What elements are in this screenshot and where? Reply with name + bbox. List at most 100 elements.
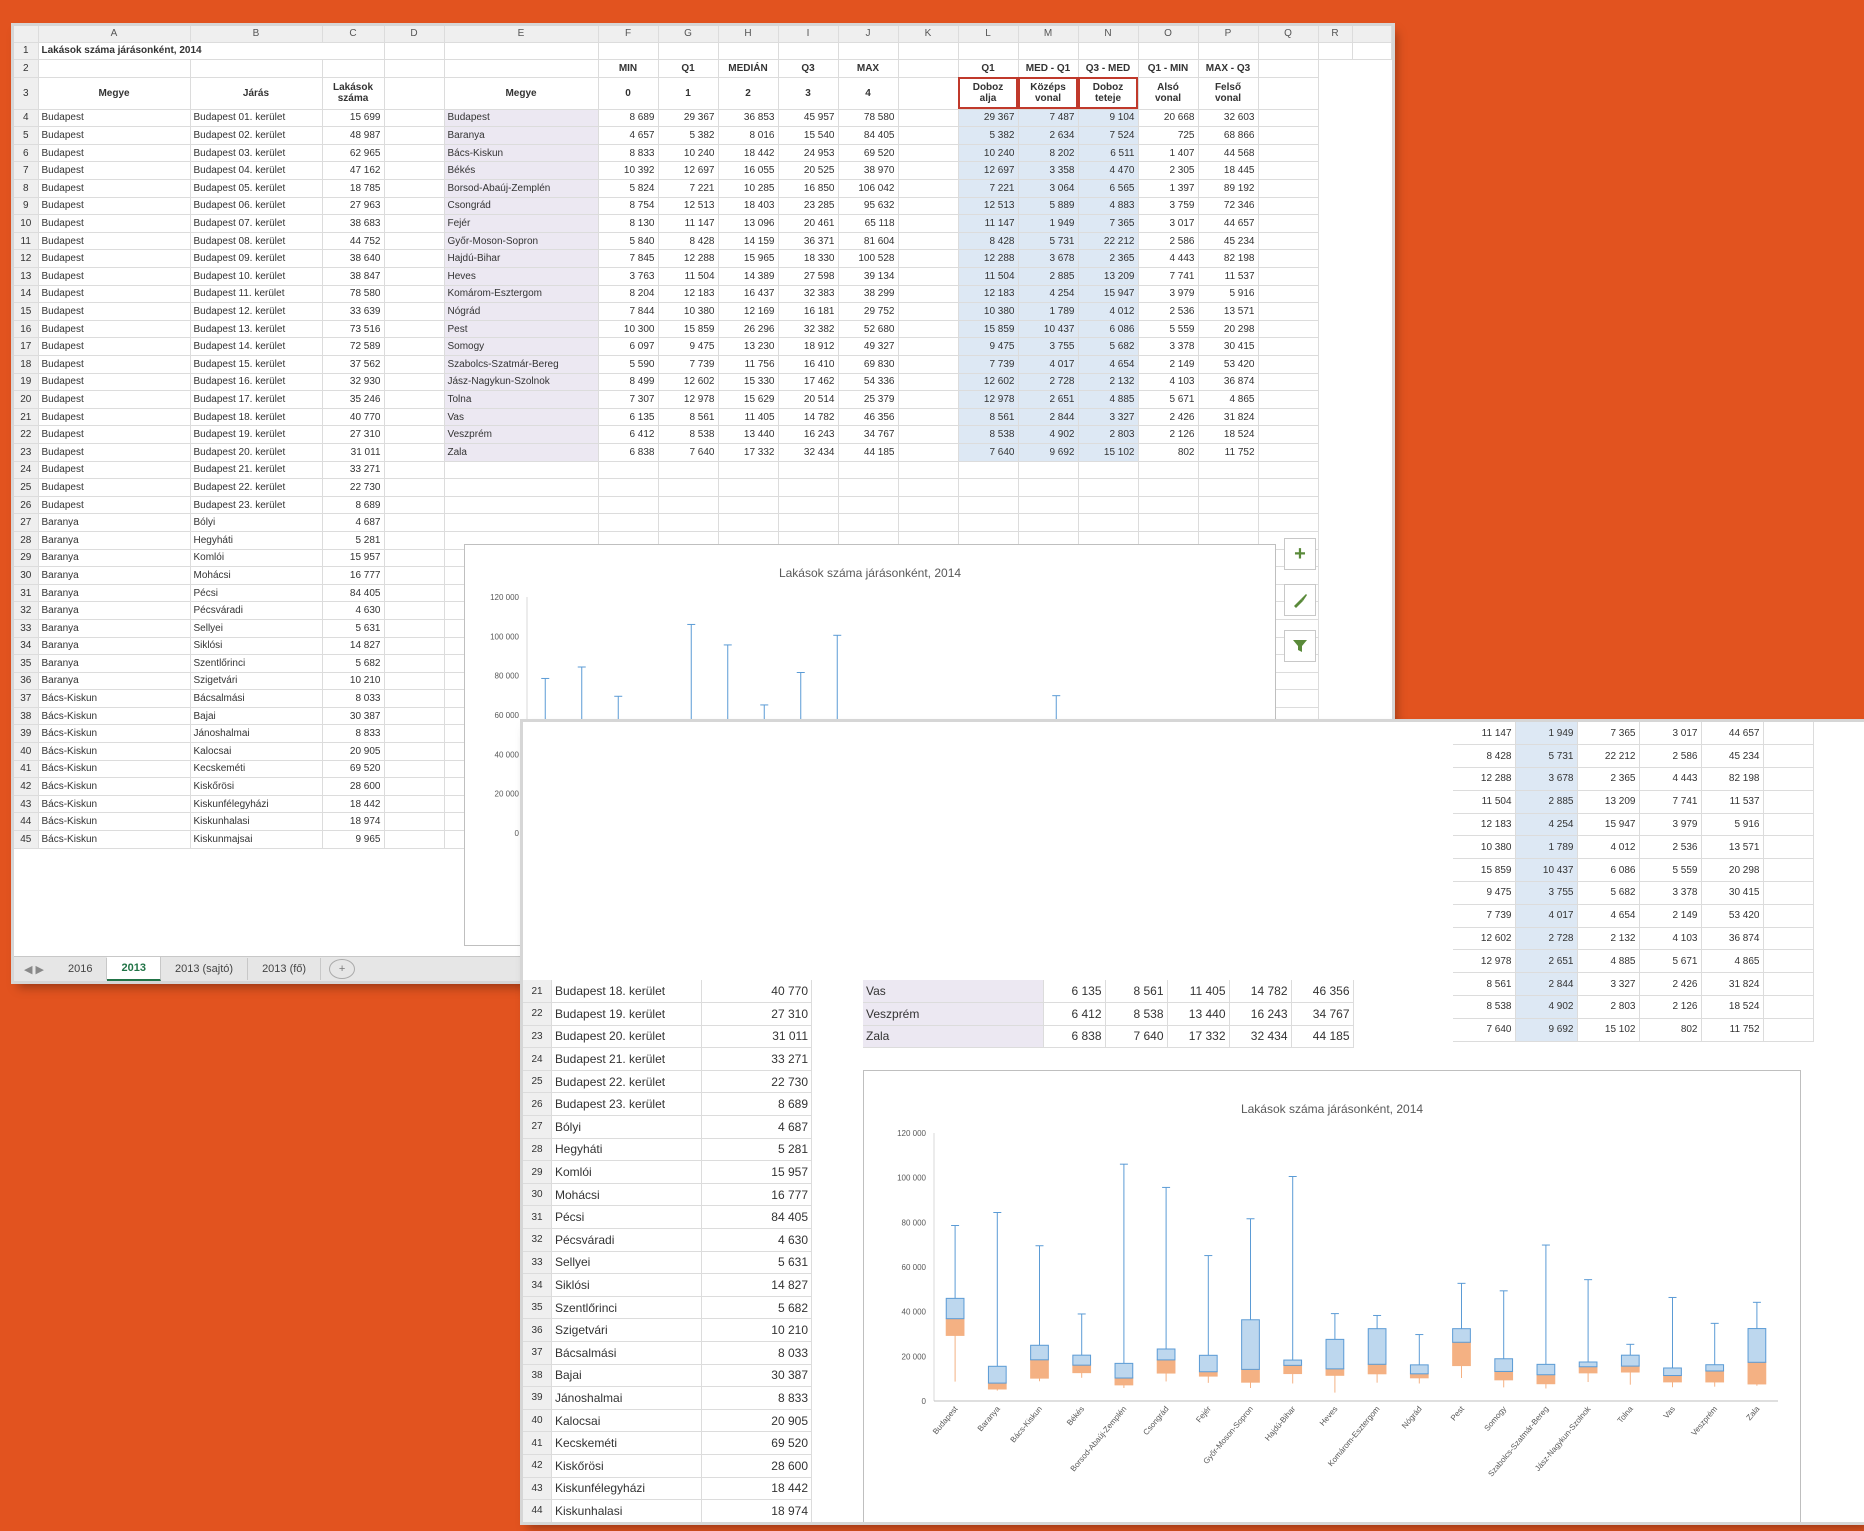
empty-cell[interactable] — [778, 461, 839, 480]
stat-value-cell[interactable]: 7 221 — [658, 179, 719, 198]
county-name-cell[interactable]: Vas — [444, 408, 599, 427]
calc-value-cell[interactable]: 10 437 — [1515, 858, 1578, 883]
lakasok-cell[interactable]: 16 777 — [322, 566, 385, 585]
row-number[interactable]: 42 — [523, 1454, 552, 1478]
stat-value-cell[interactable]: 65 118 — [838, 214, 899, 233]
stat-value-cell[interactable]: 12 183 — [658, 285, 719, 304]
empty-cell[interactable] — [1763, 1018, 1814, 1042]
empty-cell[interactable] — [384, 77, 445, 110]
calc-value-cell[interactable]: 3 017 — [1639, 722, 1702, 746]
empty-cell[interactable] — [1198, 461, 1259, 480]
jaras-cell[interactable]: Kalocsai — [190, 742, 323, 761]
calc-value-cell[interactable]: 5 889 — [1018, 197, 1079, 216]
row-number[interactable]: 39 — [523, 1386, 552, 1410]
county-name-cell[interactable]: Vas — [863, 980, 1044, 1004]
empty-cell[interactable] — [598, 513, 659, 532]
sheet-title-cell[interactable]: Lakások száma járásonként, 2014 — [38, 42, 385, 61]
lakasok-cell[interactable]: 18 974 — [322, 812, 385, 832]
county-name-cell[interactable]: Veszprém — [863, 1002, 1044, 1026]
stat-value-cell[interactable]: 7 640 — [1105, 1025, 1168, 1049]
jaras-cell[interactable]: Budapest 22. kerület — [190, 478, 323, 497]
calc-value-cell[interactable]: 8 428 — [958, 232, 1019, 251]
stat-value-cell[interactable]: 8 499 — [598, 373, 659, 392]
empty-cell[interactable] — [384, 637, 445, 656]
calc-value-cell[interactable]: 82 198 — [1701, 767, 1764, 791]
empty-cell[interactable] — [898, 42, 959, 61]
calc-value-cell[interactable]: 45 234 — [1198, 232, 1259, 251]
empty-cell[interactable] — [898, 478, 959, 497]
empty-cell[interactable] — [1258, 337, 1319, 356]
lakasok-cell[interactable]: 69 520 — [701, 1431, 812, 1455]
empty-cell[interactable] — [898, 355, 959, 374]
empty-cell[interactable] — [898, 302, 959, 321]
stat-value-cell[interactable]: 6 838 — [598, 443, 659, 462]
column-header-G[interactable]: G — [658, 26, 719, 43]
megye-cell[interactable]: Budapest — [38, 373, 191, 392]
empty-cell[interactable] — [444, 513, 599, 532]
column-header-K[interactable]: K — [898, 26, 959, 43]
stat-value-cell[interactable]: 14 782 — [778, 408, 839, 427]
empty-cell[interactable] — [898, 161, 959, 181]
calc-value-cell[interactable]: 5 682 — [1078, 337, 1139, 356]
jaras-cell[interactable]: Budapest 10. kerület — [190, 267, 323, 286]
calc-value-cell[interactable]: 36 874 — [1198, 373, 1259, 392]
empty-cell[interactable] — [1763, 722, 1814, 746]
calc-value-cell[interactable]: 30 415 — [1198, 337, 1259, 356]
lakasok-cell[interactable]: 28 600 — [701, 1454, 812, 1478]
stat-value-cell[interactable]: 12 288 — [658, 249, 719, 269]
header-megye-2[interactable]: Megye — [444, 77, 599, 110]
empty-cell[interactable] — [718, 478, 779, 497]
row-number[interactable]: 30 — [523, 1183, 552, 1207]
calc-value-cell[interactable]: 7 487 — [1018, 109, 1079, 128]
boxplot-chart-2[interactable]: Lakások száma járásonként, 2014 0 20 000 40… — [863, 1070, 1801, 1522]
county-name-cell[interactable]: Bács-Kiskun — [444, 144, 599, 163]
empty-cell[interactable] — [444, 478, 599, 497]
stat-value-cell[interactable]: 8 130 — [598, 214, 659, 233]
stat-value-cell[interactable]: 17 462 — [778, 373, 839, 392]
calc-value-cell[interactable]: 2 365 — [1078, 249, 1139, 269]
empty-cell[interactable] — [384, 724, 445, 744]
jaras-cell[interactable]: Szentlőrinci — [190, 654, 323, 673]
calc-value-cell[interactable]: 1 789 — [1515, 835, 1578, 860]
lakasok-cell[interactable]: 4 630 — [701, 1228, 812, 1252]
jaras-cell[interactable]: Budapest 02. kerület — [190, 126, 323, 145]
column-header-E[interactable]: E — [444, 26, 599, 43]
empty-cell[interactable] — [1318, 42, 1353, 61]
calc-value-cell[interactable]: 7 739 — [958, 355, 1019, 374]
empty-cell[interactable] — [384, 373, 445, 392]
empty-cell[interactable] — [1258, 285, 1319, 304]
calc-label[interactable]: Doboz alja — [958, 77, 1019, 110]
stat-value-cell[interactable]: 8 689 — [598, 109, 659, 128]
jaras-cell[interactable]: Budapest 11. kerület — [190, 285, 323, 304]
lakasok-cell[interactable]: 4 687 — [701, 1115, 812, 1139]
calc-value-cell[interactable]: 31 824 — [1701, 972, 1764, 997]
row-number[interactable]: 9 — [14, 197, 39, 216]
calc-value-cell[interactable]: 2 536 — [1639, 835, 1702, 860]
calc-value-cell[interactable]: 82 198 — [1198, 249, 1259, 269]
calc-value-cell[interactable]: 4 654 — [1577, 904, 1640, 928]
stat-value-cell[interactable]: 6 135 — [1043, 980, 1106, 1004]
empty-cell[interactable] — [1018, 513, 1079, 532]
jaras-cell[interactable]: Bajai — [190, 707, 323, 726]
calc-value-cell[interactable]: 11 537 — [1701, 790, 1764, 814]
empty-cell[interactable] — [384, 59, 445, 78]
calc-value-cell[interactable]: 12 978 — [958, 390, 1019, 409]
empty-cell[interactable] — [384, 795, 445, 814]
column-header-Q[interactable]: Q — [1258, 26, 1319, 43]
chart-elements-button[interactable]: + — [1284, 538, 1316, 570]
jaras-cell[interactable]: Kiskunfélegyházi — [190, 795, 323, 814]
select-all-corner[interactable] — [14, 26, 39, 43]
county-name-cell[interactable]: Veszprém — [444, 425, 599, 444]
stat-value-cell[interactable]: 32 382 — [778, 320, 839, 339]
calc-value-cell[interactable]: 13 571 — [1198, 302, 1259, 321]
calc-value-cell[interactable]: 12 288 — [958, 249, 1019, 269]
calc-value-cell[interactable]: 4 902 — [1018, 425, 1079, 444]
calc-value-cell[interactable]: 1 949 — [1018, 214, 1079, 233]
empty-cell[interactable] — [1258, 320, 1319, 339]
jaras-cell[interactable]: Budapest 19. kerület — [190, 425, 323, 444]
lakasok-cell[interactable]: 27 310 — [701, 1002, 812, 1026]
calc-value-cell[interactable]: 5 671 — [1639, 949, 1702, 974]
stat-value-cell[interactable]: 11 405 — [718, 408, 779, 427]
calc-value-cell[interactable]: 5 382 — [958, 126, 1019, 145]
stat-value-cell[interactable]: 17 332 — [1167, 1025, 1230, 1049]
